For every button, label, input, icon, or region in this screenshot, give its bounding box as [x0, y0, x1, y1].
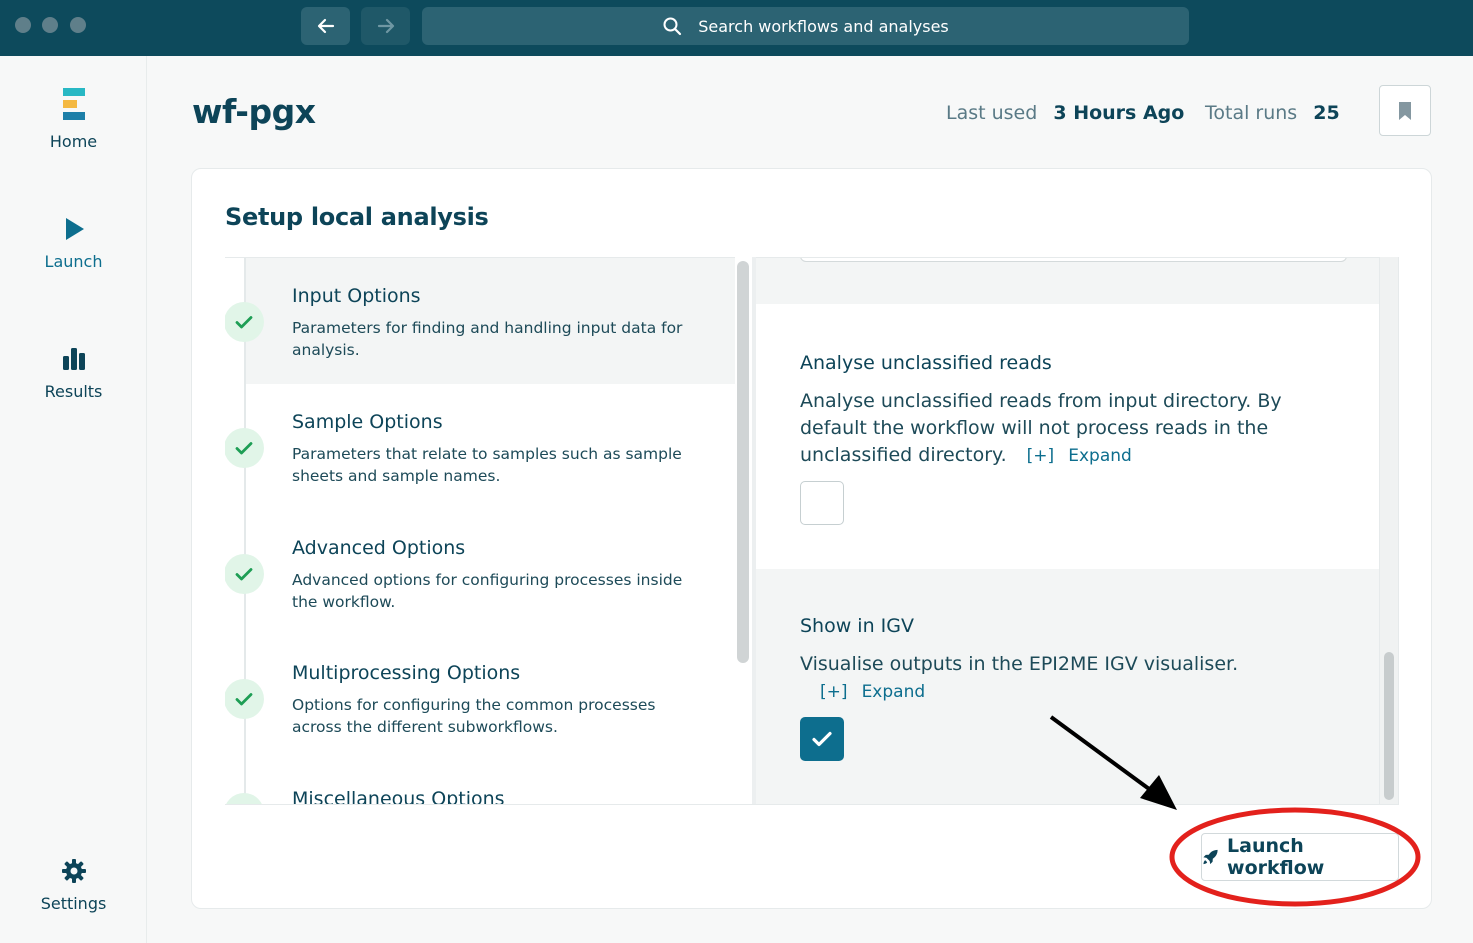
- sidebar-item-label: Results: [44, 382, 103, 401]
- sidebar: Home Launch Results Settings: [0, 56, 147, 943]
- sidebar-item-settings[interactable]: Settings: [0, 858, 147, 913]
- field-description-text: Visualise outputs in the EPI2ME IGV visu…: [800, 653, 1239, 675]
- section-description: Parameters for finding and handling inpu…: [292, 319, 683, 359]
- search-bar[interactable]: Search workflows and analyses: [422, 7, 1189, 45]
- bookmark-button[interactable]: [1379, 85, 1431, 136]
- expand-bracket[interactable]: [+]: [820, 682, 848, 702]
- show-in-igv-checkbox[interactable]: [800, 717, 844, 761]
- previous-field-band: [756, 258, 1379, 304]
- total-runs-stat: Total runs 25: [1205, 102, 1340, 124]
- gear-icon: [61, 859, 86, 883]
- last-used-value: 3 Hours Ago: [1053, 102, 1185, 124]
- check-icon: [225, 679, 264, 719]
- field-description: Visualise outputs in the EPI2ME IGV visu…: [800, 651, 1350, 706]
- forward-button[interactable]: [361, 7, 410, 45]
- search-icon: [663, 17, 682, 36]
- previous-field-input[interactable]: [800, 258, 1347, 262]
- arrow-left-icon: [317, 18, 334, 34]
- logo-icon: [62, 88, 85, 120]
- play-icon: [65, 218, 84, 240]
- section-title: Sample Options: [292, 411, 443, 433]
- options-list: Input Options Parameters for finding and…: [225, 257, 735, 805]
- checkmark-icon: [812, 731, 832, 747]
- launch-workflow-button[interactable]: Launch workflow: [1201, 833, 1399, 881]
- section-description: Advanced options for configuring process…: [292, 571, 683, 611]
- field-title: Show in IGV: [800, 615, 914, 637]
- total-runs-label: Total runs: [1205, 102, 1298, 124]
- sidebar-item-label: Settings: [40, 894, 107, 913]
- section-title: Input Options: [292, 285, 421, 307]
- back-button[interactable]: [301, 7, 350, 45]
- arrow-right-icon: [377, 18, 394, 34]
- sidebar-item-label: Launch: [44, 252, 103, 271]
- total-runs-value: 25: [1313, 102, 1340, 124]
- expand-bracket[interactable]: [+]: [1027, 446, 1055, 466]
- bar-chart-icon: [62, 348, 85, 370]
- section-description: Parameters that relate to samples such a…: [292, 445, 682, 485]
- title-bar: Search workflows and analyses: [0, 0, 1473, 56]
- list-scrollbar[interactable]: [737, 261, 749, 663]
- sidebar-item-home[interactable]: Home: [0, 88, 147, 151]
- bottom-divider: [225, 804, 1399, 805]
- expand-link[interactable]: Expand: [1068, 446, 1132, 466]
- card-title: Setup local analysis: [225, 203, 489, 231]
- last-used-stat: Last used 3 Hours Ago: [946, 102, 1184, 124]
- expand-link[interactable]: Expand: [862, 682, 926, 702]
- search-placeholder: Search workflows and analyses: [698, 16, 949, 36]
- field-title: Analyse unclassified reads: [800, 352, 1052, 374]
- window-minimize-dot[interactable]: [42, 17, 58, 33]
- parameters-scrollbar[interactable]: [1384, 652, 1394, 800]
- launch-workflow-label: Launch workflow: [1227, 835, 1325, 879]
- section-title: Multiprocessing Options: [292, 662, 521, 684]
- window-close-dot[interactable]: [15, 17, 31, 33]
- field-description: Analyse unclassified reads from input di…: [800, 388, 1350, 470]
- sidebar-item-results[interactable]: Results: [0, 346, 147, 401]
- analyse-unclassified-checkbox[interactable]: [800, 481, 844, 525]
- sidebar-item-label: Home: [49, 132, 98, 151]
- section-title: Miscellaneous Options: [292, 788, 505, 805]
- sidebar-item-launch[interactable]: Launch: [0, 216, 147, 271]
- bookmark-icon: [1399, 101, 1411, 120]
- check-icon: [225, 428, 264, 468]
- parameters-pane: Analyse unclassified reads Analyse uncla…: [756, 257, 1399, 805]
- setup-card: Setup local analysis Input Options Param…: [191, 168, 1432, 909]
- section-title: Advanced Options: [292, 537, 466, 559]
- last-used-label: Last used: [946, 102, 1038, 124]
- check-icon: [225, 554, 264, 594]
- check-icon: [225, 302, 264, 342]
- section-description: Options for configuring the common proce…: [292, 696, 656, 736]
- window-maximize-dot[interactable]: [70, 17, 86, 33]
- page-title: wf-pgx: [192, 92, 316, 131]
- rocket-icon: [1203, 849, 1218, 865]
